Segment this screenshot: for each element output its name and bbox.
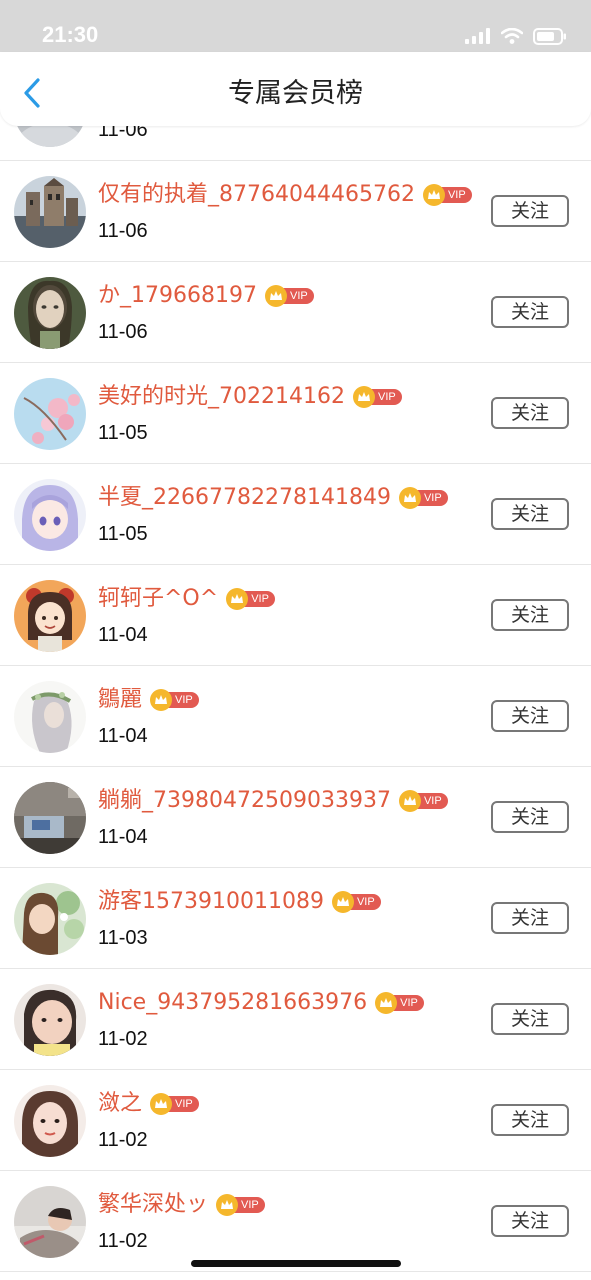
member-row[interactable]: 游客1573910011089 VIP 11-03 关注 bbox=[0, 868, 591, 969]
avatar[interactable] bbox=[14, 984, 86, 1056]
member-name[interactable]: 躺躺_73980472509033937 bbox=[98, 783, 391, 819]
crown-icon bbox=[352, 386, 375, 408]
follow-button[interactable]: 关注 bbox=[491, 1205, 569, 1237]
crown-icon bbox=[216, 1194, 239, 1216]
signal-icon bbox=[465, 28, 490, 44]
member-name[interactable]: か_179668197 bbox=[98, 278, 257, 314]
follow-button[interactable]: 关注 bbox=[491, 498, 569, 530]
member-row[interactable]: 躺躺_73980472509033937 VIP 11-04 关注 bbox=[0, 767, 591, 868]
member-date: 11-02 bbox=[98, 1028, 148, 1050]
follow-button[interactable]: 关注 bbox=[491, 700, 569, 732]
member-date: 11-05 bbox=[98, 523, 148, 545]
member-date: 11-04 bbox=[98, 826, 148, 848]
follow-button[interactable]: 关注 bbox=[491, 1003, 569, 1035]
wifi-icon bbox=[501, 28, 523, 44]
crown-icon bbox=[331, 891, 354, 913]
vip-badge: VIP bbox=[150, 1093, 199, 1115]
member-name[interactable]: 鶵麗 bbox=[98, 682, 142, 718]
status-bar: 21:30 bbox=[0, 0, 591, 52]
vip-badge: VIP bbox=[226, 588, 275, 610]
member-date: 11-06 bbox=[98, 220, 148, 242]
status-time: 21:30 bbox=[42, 22, 99, 47]
member-date: 11-06 bbox=[98, 321, 148, 343]
member-date: 11-02 bbox=[98, 1129, 148, 1151]
crown-icon bbox=[375, 992, 398, 1014]
crown-icon bbox=[150, 1093, 173, 1115]
member-date: 11-04 bbox=[98, 624, 148, 646]
member-name-line: 仅有的执着_87764044465762 VIP bbox=[98, 177, 472, 213]
follow-button[interactable]: 关注 bbox=[491, 195, 569, 227]
avatar[interactable] bbox=[14, 883, 86, 955]
member-row[interactable]: 轲轲子^O^ VIP 11-04 关注 bbox=[0, 565, 591, 666]
member-name-line: 美好的时光_702214162 VIP bbox=[98, 379, 402, 415]
member-name[interactable]: 繁华深处ッ bbox=[98, 1187, 208, 1223]
vip-badge: VIP bbox=[422, 184, 472, 206]
member-date: 11-04 bbox=[98, 725, 148, 747]
avatar[interactable] bbox=[14, 681, 86, 753]
vip-badge: VIP bbox=[264, 285, 314, 307]
member-name-line: Nice_943795281663976 VIP bbox=[98, 985, 424, 1021]
follow-button[interactable]: 关注 bbox=[491, 599, 569, 631]
avatar[interactable] bbox=[14, 378, 86, 450]
crown-icon bbox=[150, 689, 173, 711]
follow-button[interactable]: 关注 bbox=[491, 902, 569, 934]
member-name-line: 潋之 VIP bbox=[98, 1086, 199, 1122]
follow-button[interactable]: 关注 bbox=[491, 296, 569, 328]
avatar[interactable] bbox=[14, 277, 86, 349]
avatar[interactable] bbox=[14, 782, 86, 854]
vip-badge: VIP bbox=[398, 790, 448, 812]
member-row[interactable]: 美好的时光_702214162 VIP 11-05 关注 bbox=[0, 363, 591, 464]
member-name-line: か_179668197 VIP bbox=[98, 278, 314, 314]
member-row[interactable]: 潋之 VIP 11-02 关注 bbox=[0, 1070, 591, 1171]
avatar[interactable] bbox=[14, 1186, 86, 1258]
member-name-line: 半夏_22667782278141849 VIP bbox=[98, 480, 448, 516]
follow-button[interactable]: 关注 bbox=[491, 1104, 569, 1136]
member-name[interactable]: 美好的时光_702214162 bbox=[98, 379, 345, 415]
avatar[interactable] bbox=[14, 580, 86, 652]
vip-badge: VIP bbox=[216, 1194, 265, 1216]
member-name-line: 轲轲子^O^ VIP bbox=[98, 581, 275, 617]
member-row[interactable]: 仅有的执着_87764044465762 VIP 11-06 关注 bbox=[0, 161, 591, 262]
member-name[interactable]: 潋之 bbox=[98, 1086, 142, 1122]
member-list: 11-06 仅有的执着_87764044465762 VIP 11-06 关注 … bbox=[0, 60, 591, 1272]
crown-icon bbox=[398, 790, 421, 812]
member-row[interactable]: 繁华深处ッ VIP 11-02 关注 bbox=[0, 1171, 591, 1272]
status-icons bbox=[465, 24, 567, 48]
vip-badge: VIP bbox=[331, 891, 381, 913]
member-date: 11-02 bbox=[98, 1230, 148, 1252]
vip-badge: VIP bbox=[352, 386, 402, 408]
member-name[interactable]: 游客1573910011089 bbox=[98, 884, 324, 920]
member-date: 11-03 bbox=[98, 927, 148, 949]
vip-badge: VIP bbox=[150, 689, 199, 711]
crown-icon bbox=[422, 184, 445, 206]
member-name-line: 游客1573910011089 VIP bbox=[98, 884, 381, 920]
member-name-line: 鶵麗 VIP bbox=[98, 682, 199, 718]
avatar[interactable] bbox=[14, 1085, 86, 1157]
page-title: 专属会员榜 bbox=[228, 78, 363, 109]
member-name[interactable]: 轲轲子^O^ bbox=[98, 581, 218, 617]
avatar[interactable] bbox=[14, 479, 86, 551]
member-name[interactable]: 半夏_22667782278141849 bbox=[98, 480, 391, 516]
home-indicator[interactable] bbox=[191, 1260, 401, 1267]
follow-button[interactable]: 关注 bbox=[491, 801, 569, 833]
nav-bar: 专属会员榜 bbox=[0, 52, 591, 126]
follow-button[interactable]: 关注 bbox=[491, 397, 569, 429]
member-row[interactable]: 鶵麗 VIP 11-04 关注 bbox=[0, 666, 591, 767]
member-row[interactable]: Nice_943795281663976 VIP 11-02 关注 bbox=[0, 969, 591, 1070]
vip-badge: VIP bbox=[375, 992, 424, 1014]
avatar[interactable] bbox=[14, 176, 86, 248]
battery-icon bbox=[533, 27, 566, 45]
member-name-line: 繁华深处ッ VIP bbox=[98, 1187, 265, 1223]
member-date: 11-05 bbox=[98, 422, 148, 444]
member-row[interactable]: か_179668197 VIP 11-06 关注 bbox=[0, 262, 591, 363]
crown-icon bbox=[398, 487, 421, 509]
member-row[interactable]: 半夏_22667782278141849 VIP 11-05 关注 bbox=[0, 464, 591, 565]
vip-badge: VIP bbox=[398, 487, 448, 509]
member-name[interactable]: Nice_943795281663976 bbox=[98, 985, 367, 1021]
member-name[interactable]: 仅有的执着_87764044465762 bbox=[98, 177, 415, 213]
crown-icon bbox=[264, 285, 287, 307]
member-name-line: 躺躺_73980472509033937 VIP bbox=[98, 783, 448, 819]
